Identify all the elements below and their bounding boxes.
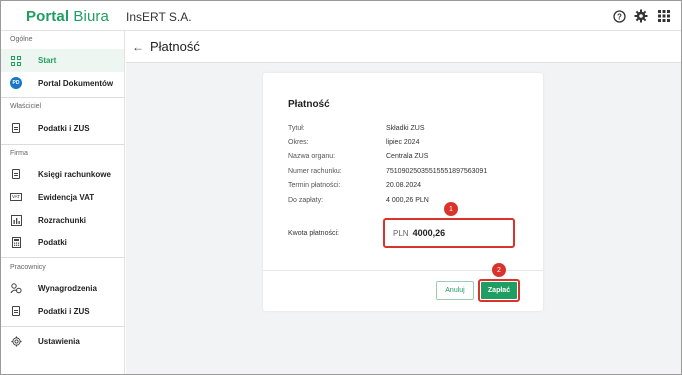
value-nazwa-organu: Centrala ZUS xyxy=(386,153,429,160)
sidebar-divider xyxy=(1,257,124,258)
card-title: Płatność xyxy=(288,99,330,110)
label-termin-platnosci: Termin płatności: xyxy=(288,182,341,189)
ledger-icon xyxy=(10,168,22,180)
document-icon xyxy=(10,122,22,134)
company-name: InsERT S.A. xyxy=(126,10,192,24)
section-title-ogolne: Ogólne xyxy=(10,36,33,43)
pay-button[interactable]: Zapłać xyxy=(481,282,517,299)
sidebar-item-ustawienia[interactable]: Ustawienia xyxy=(1,330,124,352)
value-termin-platnosci: 20.08.2024 xyxy=(386,182,422,189)
cancel-button[interactable]: Anuluj xyxy=(436,281,474,300)
sidebar-item-label: Start xyxy=(38,56,57,65)
sidebar-item-label: Księgi rachunkowe xyxy=(38,169,111,179)
main-content: ← Płatność Płatność Tytuł: Składki ZUS O… xyxy=(126,31,681,374)
amount-value: 4000,26 xyxy=(412,228,446,238)
salary-icon xyxy=(10,282,22,294)
label-numer-rachunku: Numer rachunku: xyxy=(288,168,342,175)
sidebar-item-wynagrodzenia[interactable]: Wynagrodzenia xyxy=(1,277,124,299)
section-title-wlasciciel: Właściciel xyxy=(10,103,42,110)
label-tytul: Tytuł: xyxy=(288,125,305,132)
svg-text:?: ? xyxy=(617,12,622,21)
sidebar-item-podatki[interactable]: Podatki xyxy=(1,231,124,253)
gear-icon[interactable] xyxy=(633,8,649,24)
sidebar-item-label: Podatki xyxy=(38,237,67,247)
step-badge-1: 1 xyxy=(444,202,458,216)
sidebar-item-podatki-zus-employees[interactable]: Podatki i ZUS xyxy=(1,300,124,322)
vat-icon-text: VAT xyxy=(9,192,23,202)
logo-part2: Biura xyxy=(73,8,109,25)
logo-part1: Portal xyxy=(26,8,70,25)
step-badge-2: 2 xyxy=(492,263,506,277)
pd-badge-text: PD xyxy=(10,77,22,89)
help-icon[interactable]: ? xyxy=(611,8,627,24)
payment-card: Płatność Tytuł: Składki ZUS Okres: lipie… xyxy=(263,73,543,311)
pay-button-highlight: Zapłać xyxy=(478,279,520,302)
value-do-zaplaty: 4 000,26 PLN xyxy=(386,197,429,204)
sidebar-item-portal-dokumentow[interactable]: PD Portal Dokumentów xyxy=(1,72,124,94)
section-title-firma: Firma xyxy=(10,150,28,157)
sidebar-item-start[interactable]: Start xyxy=(1,49,124,72)
sidebar-item-label: Ustawienia xyxy=(38,336,80,346)
app-logo[interactable]: Portal Biura xyxy=(26,8,109,25)
sidebar-divider xyxy=(1,144,124,145)
amount-currency: PLN xyxy=(393,228,409,238)
calculator-icon xyxy=(10,236,22,248)
section-title-pracownicy: Pracownicy xyxy=(10,264,46,271)
value-numer-rachunku: 75109025035515551897563091 xyxy=(386,168,488,175)
sidebar-item-rozrachunki[interactable]: Rozrachunki xyxy=(1,209,124,231)
sidebar-item-label: Ewidencja VAT xyxy=(38,192,95,202)
value-tytul: Składki ZUS xyxy=(386,125,425,132)
value-okres: lipiec 2024 xyxy=(386,139,420,146)
page-header: ← Płatność xyxy=(126,31,681,63)
label-do-zaplaty: Do zapłaty: xyxy=(288,197,324,204)
vat-icon: VAT xyxy=(9,191,23,203)
sidebar-item-label: Podatki i ZUS xyxy=(38,123,90,133)
page-title: Płatność xyxy=(150,39,200,54)
amount-input[interactable]: PLN 4000,26 xyxy=(383,218,515,248)
sidebar-divider xyxy=(1,97,124,98)
sidebar-item-ksiegi-rachunkowe[interactable]: Księgi rachunkowe xyxy=(1,163,124,185)
sidebar: Ogólne Start PD Portal Dokumentów Właści… xyxy=(1,31,125,374)
sidebar-item-label: Podatki i ZUS xyxy=(38,306,90,316)
gear-icon xyxy=(10,335,22,347)
apps-grid-icon[interactable] xyxy=(656,8,672,24)
sidebar-divider xyxy=(1,326,124,327)
label-nazwa-organu: Nazwa organu: xyxy=(288,153,336,160)
sidebar-item-label: Rozrachunki xyxy=(38,215,87,225)
back-arrow-icon[interactable]: ← xyxy=(132,40,144,54)
chart-icon xyxy=(10,214,22,226)
top-bar: Portal Biura InsERT S.A. ? xyxy=(1,1,681,31)
sidebar-item-label: Wynagrodzenia xyxy=(38,283,97,293)
sidebar-item-ewidencja-vat[interactable]: VAT Ewidencja VAT xyxy=(1,186,124,208)
document-icon xyxy=(10,305,22,317)
sidebar-item-label: Portal Dokumentów xyxy=(38,78,114,88)
pd-badge-icon: PD xyxy=(10,77,22,89)
label-okres: Okres: xyxy=(288,139,309,146)
sidebar-item-podatki-zus-owner[interactable]: Podatki i ZUS xyxy=(1,117,124,139)
dashboard-icon xyxy=(10,55,22,67)
amount-label: Kwota płatności: xyxy=(288,230,339,237)
